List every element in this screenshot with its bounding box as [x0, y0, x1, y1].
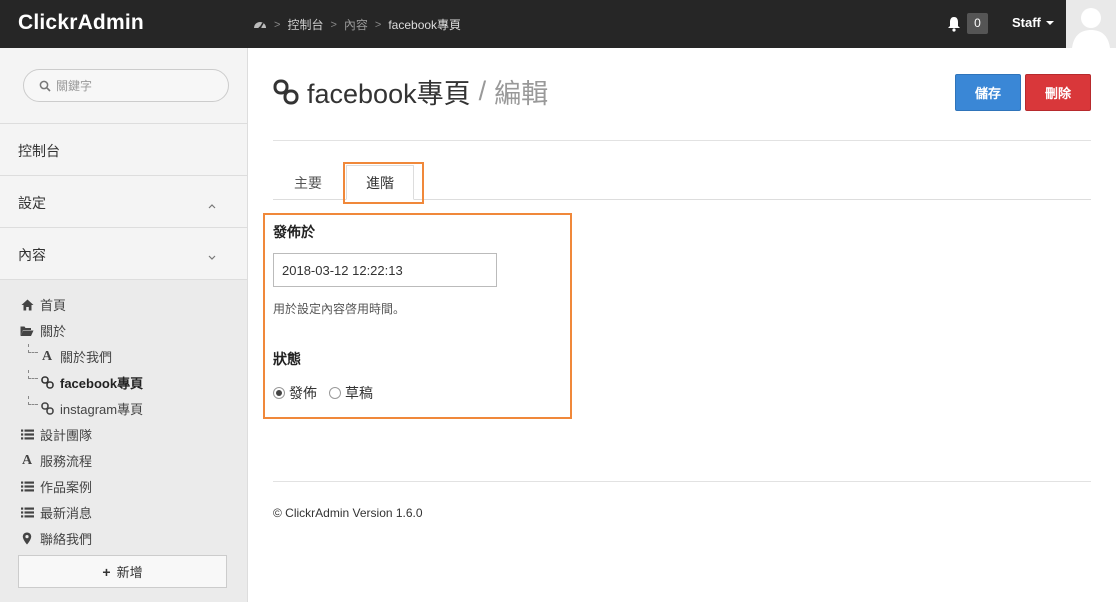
page-title-separator: / — [478, 76, 487, 106]
breadcrumb-current: facebook專頁 — [388, 18, 462, 32]
breadcrumb-separator: > — [374, 18, 382, 31]
footer-divider — [273, 481, 1091, 482]
status-radio-group: 發佈 草稿 — [273, 383, 373, 403]
tree-item-contact[interactable]: 聯絡我們 — [20, 529, 92, 548]
search-input[interactable] — [56, 77, 216, 95]
content-tree: 首頁 關於 A 關於我們 facebook專頁 instagram專頁 設計團隊 — [0, 279, 247, 602]
sidebar-item-content[interactable]: 內容 — [0, 227, 247, 279]
tree-item-label: instagram專頁 — [60, 402, 144, 417]
top-navbar: ClickrAdmin > 控制台 > 內容 > facebook專頁 0 St… — [0, 0, 1116, 48]
sidebar-item-label: 控制台 — [18, 143, 60, 159]
status-label: 狀態 — [273, 351, 301, 367]
tab-main[interactable]: 主要 — [279, 165, 337, 200]
sidebar-item-dashboard[interactable]: 控制台 — [0, 123, 247, 175]
publish-at-input[interactable] — [273, 253, 497, 287]
publish-at-label: 發佈於 — [273, 224, 315, 240]
tree-item-label: 聯絡我們 — [40, 532, 93, 547]
tree-item-instagram-page[interactable]: instagram專頁 — [40, 399, 143, 418]
add-content-button[interactable]: + 新增 — [18, 555, 227, 588]
avatar[interactable] — [1066, 0, 1116, 48]
link-icon — [40, 402, 54, 416]
tree-item-design-team[interactable]: 設計團隊 — [20, 425, 92, 444]
tree-item-home[interactable]: 首頁 — [20, 295, 66, 314]
tree-item-label: 首頁 — [40, 298, 67, 313]
list-icon — [20, 428, 34, 442]
font-icon: A — [21, 452, 33, 468]
map-marker-icon — [20, 532, 34, 546]
tree-item-label: 關於我們 — [60, 350, 113, 365]
home-icon — [20, 298, 34, 312]
page-title: facebook專頁 / 編輯 — [273, 72, 548, 111]
tree-item-label: 關於 — [40, 324, 67, 339]
sidebar-search — [23, 69, 229, 102]
status-draft-label[interactable]: 草稿 — [345, 383, 373, 403]
tree-item-label: 設計團隊 — [40, 428, 93, 443]
tree-item-label: facebook專頁 — [60, 376, 144, 391]
user-menu-toggle[interactable]: Staff — [1012, 15, 1054, 30]
tree-item-about-us[interactable]: A 關於我們 — [40, 347, 112, 366]
footer-version: © ClickrAdmin Version 1.6.0 — [273, 506, 423, 520]
link-icon — [40, 376, 54, 390]
tree-item-portfolio[interactable]: 作品案例 — [20, 477, 92, 496]
tree-connector — [28, 370, 38, 379]
chevron-down-icon — [208, 248, 216, 260]
folder-open-icon — [20, 324, 34, 338]
user-name: Staff — [1012, 15, 1041, 30]
link-icon — [273, 79, 299, 105]
tree-connector — [28, 344, 38, 353]
breadcrumb-separator: > — [330, 18, 337, 31]
breadcrumb-dashboard[interactable]: 控制台 — [287, 16, 323, 33]
publish-at-help-text: 用於設定內容啓用時間。 — [273, 302, 406, 316]
sidebar: 控制台 設定 內容 首頁 關於 A 關於我們 — [0, 48, 248, 602]
tree-item-about[interactable]: 關於 — [20, 321, 66, 340]
breadcrumb-separator: > — [274, 18, 281, 31]
notification-count-badge[interactable]: 0 — [967, 13, 988, 34]
tree-item-news[interactable]: 最新消息 — [20, 503, 92, 522]
highlight-box-tab — [343, 162, 424, 204]
chevron-up-icon — [208, 196, 216, 209]
page-subtitle: 編輯 — [494, 79, 549, 109]
divider — [273, 140, 1091, 141]
tree-item-service-process[interactable]: A 服務流程 — [20, 451, 92, 470]
add-button-label: 新增 — [116, 565, 143, 580]
tree-item-label: 服務流程 — [40, 454, 93, 469]
page-title-text: facebook專頁 — [307, 79, 471, 109]
sidebar-item-settings[interactable]: 設定 — [0, 175, 247, 227]
brand-logo[interactable]: ClickrAdmin — [18, 11, 144, 35]
breadcrumb-content[interactable]: 內容 — [344, 16, 368, 33]
sidebar-item-label: 內容 — [18, 247, 46, 263]
tree-item-facebook-page[interactable]: facebook專頁 — [40, 373, 143, 392]
status-published-label[interactable]: 發佈 — [289, 383, 317, 403]
caret-down-icon — [1045, 20, 1054, 25]
status-published-radio[interactable] — [273, 387, 285, 399]
font-icon: A — [41, 348, 53, 364]
breadcrumb: > 控制台 > 內容 > facebook專頁 — [253, 16, 461, 33]
status-draft-radio[interactable] — [329, 387, 341, 399]
list-icon — [20, 480, 34, 494]
tree-item-label: 作品案例 — [40, 480, 93, 495]
delete-button[interactable]: 刪除 — [1025, 74, 1091, 111]
plus-icon: + — [102, 563, 111, 580]
search-icon — [39, 80, 51, 92]
dashboard-icon[interactable] — [253, 18, 267, 32]
tree-connector — [28, 396, 38, 405]
bell-icon[interactable] — [947, 16, 961, 32]
list-icon — [20, 506, 34, 520]
tree-item-label: 最新消息 — [40, 506, 93, 521]
sidebar-item-label: 設定 — [18, 195, 46, 211]
save-button[interactable]: 儲存 — [955, 74, 1021, 111]
